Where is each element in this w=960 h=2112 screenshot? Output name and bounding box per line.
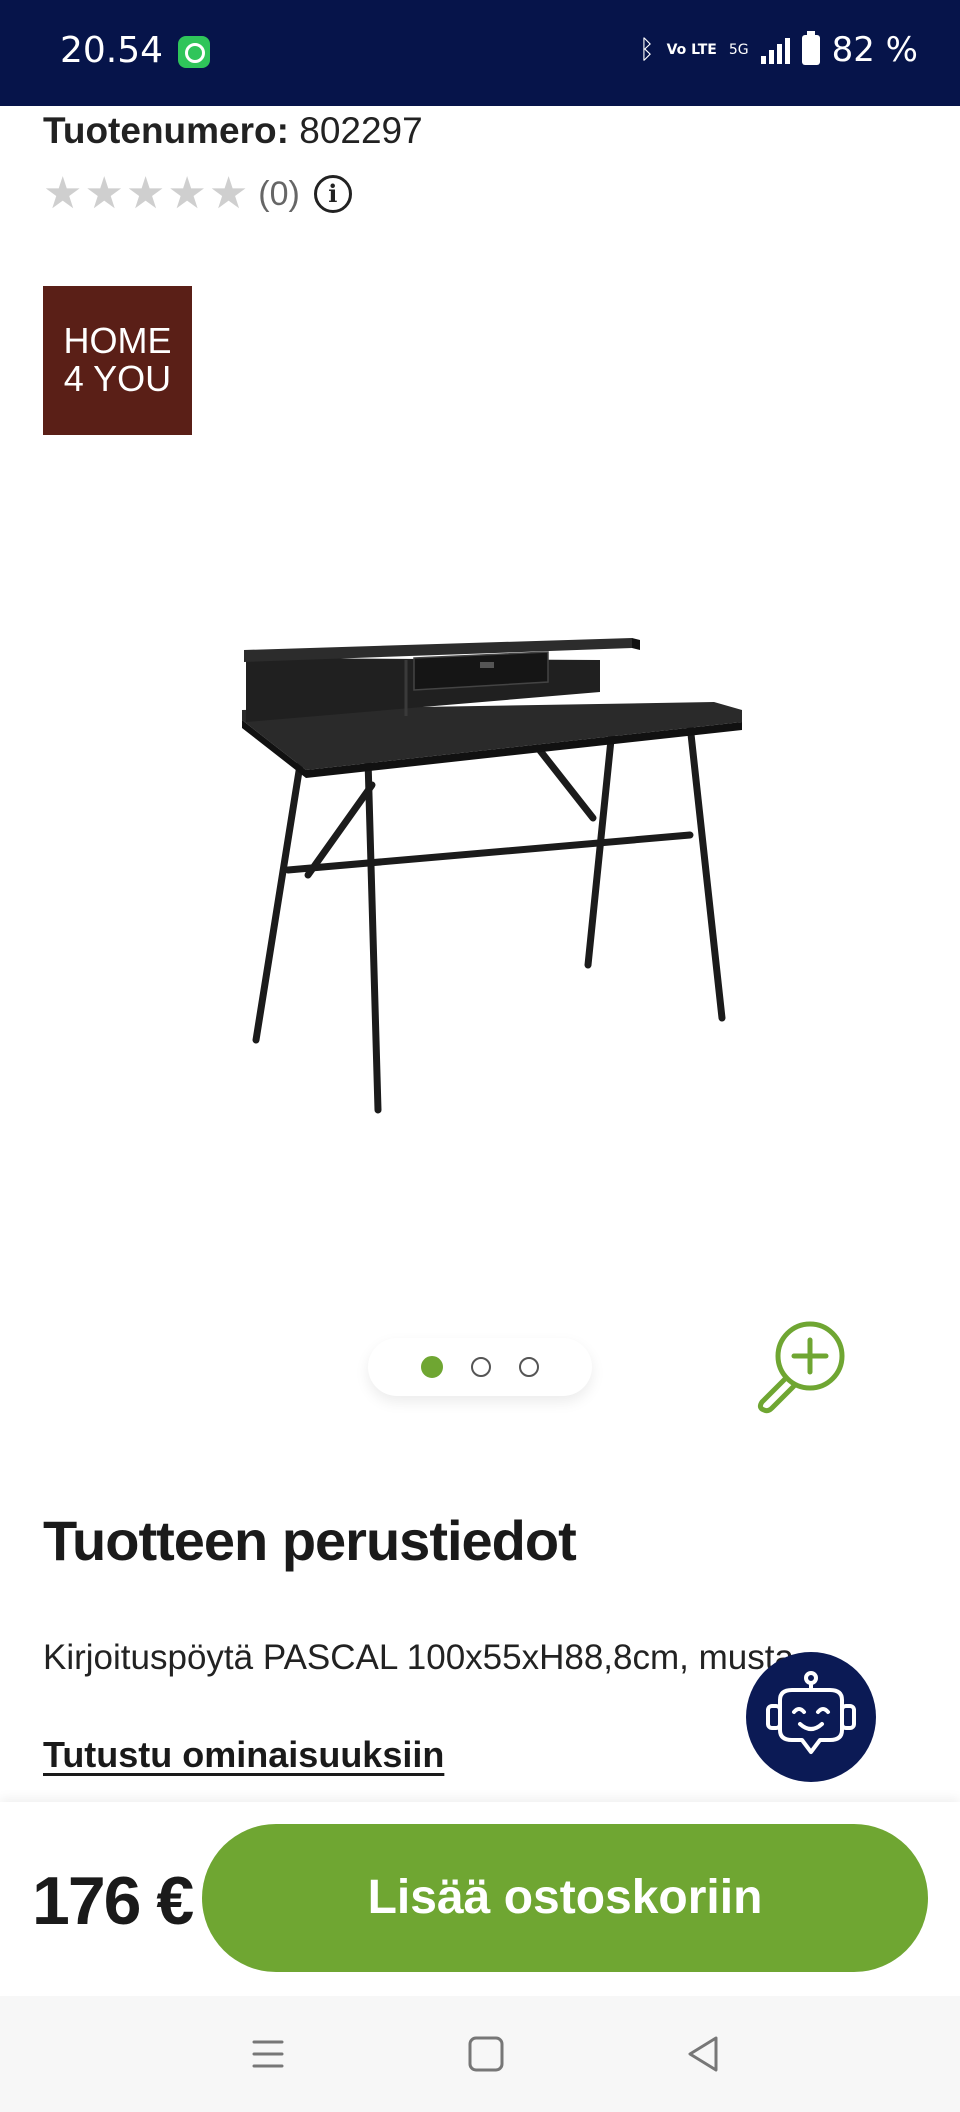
battery-icon: [801, 31, 820, 65]
price: 176 €: [32, 1863, 194, 1939]
signal-icon: [760, 36, 790, 64]
back-icon[interactable]: [674, 2026, 734, 2082]
features-link[interactable]: Tutustu ominaisuuksiin: [43, 1734, 444, 1776]
star-icon: ★: [208, 169, 249, 218]
recent-apps-icon[interactable]: [238, 2026, 298, 2082]
chat-bot-icon: [766, 1671, 856, 1754]
home-icon[interactable]: [456, 2026, 516, 2082]
whatsapp-icon: [178, 36, 210, 68]
volte-indicator: Vo LTE: [666, 41, 717, 58]
rating[interactable]: ★ ★ ★ ★ ★ (0) i: [43, 172, 352, 216]
section-title: Tuotteen perustiedot: [43, 1509, 577, 1572]
product-image[interactable]: [230, 610, 760, 1130]
status-icons: ᛒ Vo LTE 5G 82 %: [639, 30, 918, 70]
status-bar: 20.54 ᛒ Vo LTE 5G 82 %: [0, 0, 960, 106]
battery-level: 82 %: [831, 30, 918, 70]
bluetooth-icon: ᛒ: [638, 35, 655, 65]
rating-count: (0): [258, 174, 300, 213]
info-icon[interactable]: i: [313, 175, 352, 213]
brand-logo-line2: 4 YOU: [63, 358, 172, 399]
image-carousel-pager: [368, 1338, 592, 1396]
network-type: 5G: [728, 42, 749, 58]
product-number-value: 802297: [299, 110, 423, 151]
product-description: Kirjoituspöytä PASCAL 100x55xH88,8cm, mu…: [43, 1638, 794, 1677]
zoom-in-icon[interactable]: [752, 1316, 852, 1416]
star-icon: ★: [43, 169, 83, 218]
add-to-cart-button[interactable]: Lisää ostoskoriin: [202, 1824, 928, 1972]
status-time: 20.54: [60, 30, 164, 71]
star-icon: ★: [167, 169, 207, 218]
star-icon: ★: [84, 169, 124, 218]
star-icon: ★: [125, 169, 166, 218]
brand-logo[interactable]: HOME 4 YOU: [43, 286, 192, 435]
brand-logo-line1: HOME: [63, 320, 172, 361]
chat-bot-button[interactable]: [746, 1652, 876, 1782]
purchase-bar: 176 € Lisää ostoskoriin: [0, 1802, 960, 1996]
carousel-dot-2[interactable]: [471, 1357, 491, 1377]
product-number: Tuotenumero: 802297: [43, 110, 423, 152]
carousel-dot-1[interactable]: [421, 1356, 443, 1378]
carousel-dot-3[interactable]: [519, 1357, 539, 1377]
product-number-label: Tuotenumero:: [43, 110, 289, 151]
system-navigation-bar: [0, 1996, 960, 2112]
